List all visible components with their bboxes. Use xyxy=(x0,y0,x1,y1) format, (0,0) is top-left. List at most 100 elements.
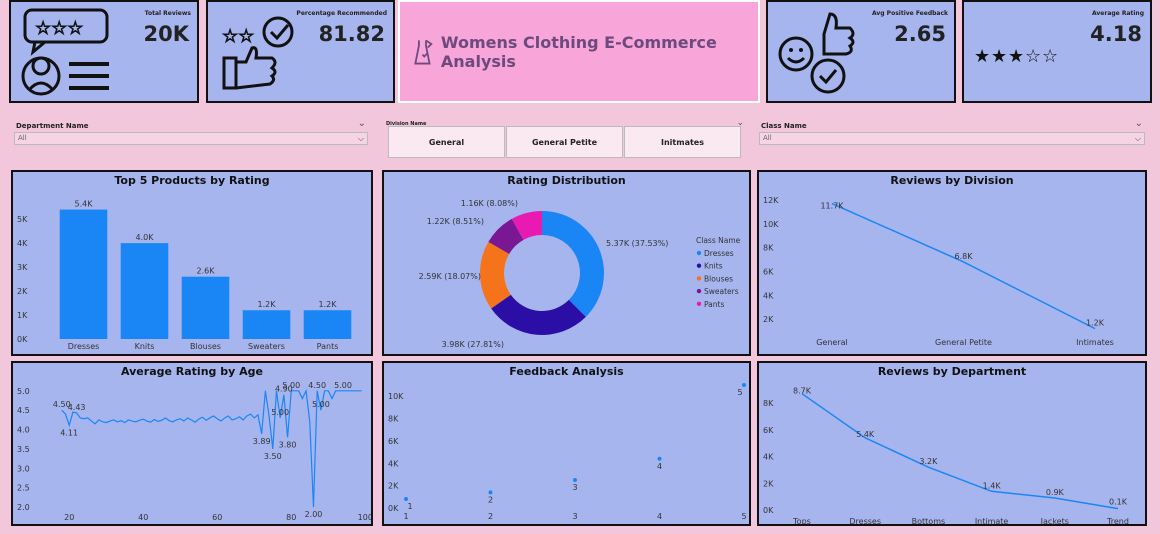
data-label: 3.89 xyxy=(253,437,271,446)
rating-distribution-chart: 5.37K (37.53%) 3.98K (27.81%) 2.59K (18.07… xyxy=(419,199,741,349)
kpi-pct-recommended-card: ☆☆ Percentage Recommended 81.82 xyxy=(206,0,395,103)
data-label: 5.4K xyxy=(856,430,875,439)
class-name-slicer[interactable]: Class Name ⌄ All ⌵ xyxy=(757,118,1147,148)
chevron-down-icon[interactable]: ⌄ xyxy=(358,118,366,129)
data-label: 4.11 xyxy=(60,428,78,437)
x-tick-label: Pants xyxy=(317,342,339,351)
reviews-by-department-chart: 0K 2K 4K 6K 8K Tops 8.7K Dresses 5.4K Bottoms 3.2K… xyxy=(763,387,1129,524)
x-tick-label: 20 xyxy=(64,513,74,522)
division-tile-general[interactable]: General xyxy=(388,126,505,158)
data-label: 0.9K xyxy=(1046,488,1065,497)
top5-products-chart: 0K 1K 2K 3K 4K 5K 5.4K Dresses 4.0K Knits 2.6K Blou… xyxy=(17,200,352,351)
division-tile-intimates[interactable]: Initmates xyxy=(624,126,741,158)
x-tick-label: Blouses xyxy=(190,342,221,351)
y-tick-label: 10K xyxy=(763,220,779,229)
star-empty-icon: ☆ xyxy=(1042,46,1058,67)
y-tick-label: 4K xyxy=(763,291,774,300)
class-name-dropdown[interactable]: All ⌵ xyxy=(759,132,1145,145)
data-label: 3.2K xyxy=(919,457,938,466)
x-tick-label: General Petite xyxy=(935,338,992,347)
y-tick-label: 2K xyxy=(763,479,774,488)
y-tick-label: 8K xyxy=(763,399,774,408)
rating-stars-icon: ★ ★ ★ ☆ ☆ xyxy=(974,46,1058,67)
y-tick-label: 12K xyxy=(763,196,779,205)
x-tick-label: 80 xyxy=(286,513,296,522)
x-tick-label: 1 xyxy=(403,512,408,521)
y-tick-label: 4K xyxy=(17,239,28,248)
feedback-analysis-panel: Feedback Analysis 0K 2K 4K 6K 8K 10K 1 2 3 4 5 1 2 3 4… xyxy=(382,361,751,526)
x-tick-label: Sweaters xyxy=(248,342,285,351)
y-tick-label: 10K xyxy=(388,392,404,401)
dropdown-arrow-icon[interactable]: ⌵ xyxy=(358,133,364,144)
scatter-point xyxy=(488,490,493,495)
data-label: 2.6K xyxy=(197,267,216,276)
x-tick-label: Trend xyxy=(1106,517,1129,524)
data-label: 3.98K (27.81%) xyxy=(442,340,504,349)
kpi-avg-rating-label: Average Rating xyxy=(1091,10,1144,17)
data-label: 5.00 xyxy=(271,408,289,417)
y-tick-label: 2.5 xyxy=(17,484,30,493)
star-filled-icon: ★ xyxy=(974,46,990,67)
y-tick-label: 4.5 xyxy=(17,406,30,415)
data-label: 1.22K (8.51%) xyxy=(427,217,484,226)
data-label: 4.50 xyxy=(308,381,326,390)
dashboard-title-card: Womens Clothing E-Commerce Analysis xyxy=(398,0,760,103)
kpi-total-reviews-label: Total Reviews xyxy=(144,10,191,17)
data-label: 1.2K xyxy=(258,300,277,309)
legend-marker xyxy=(696,263,702,268)
x-tick-label: 100 xyxy=(358,513,371,522)
data-label: 5.00 xyxy=(282,381,300,390)
data-label: 4.43 xyxy=(68,403,86,412)
data-label: 11.7K xyxy=(820,202,844,211)
x-tick-label: 4 xyxy=(657,512,662,521)
kpi-pct-recommended-label: Percentage Recommended xyxy=(296,10,387,17)
division-tile-general-petite[interactable]: General Petite xyxy=(506,126,623,158)
dropdown-arrow-icon[interactable]: ⌵ xyxy=(1135,133,1141,144)
dashboard-title: Womens Clothing E-Commerce Analysis xyxy=(440,32,717,71)
top5-products-panel: Top 5 Products by Rating 0K 1K 2K 3K 4K 5K 5.4… xyxy=(11,170,373,356)
rating-distribution-panel: Rating Distribution 5.37K (37.53%) 3.98K … xyxy=(382,170,751,356)
legend-marker xyxy=(696,250,702,256)
data-label: 5.4K xyxy=(75,200,94,209)
data-label: 1.2K xyxy=(319,300,338,309)
data-label: 3 xyxy=(572,483,577,492)
x-tick-label: Knits xyxy=(135,342,155,351)
x-tick-label: Jackets xyxy=(1040,517,1069,524)
x-tick-label: Intimate xyxy=(975,517,1009,524)
bar xyxy=(120,243,169,339)
department-dropdown[interactable]: All ⌵ xyxy=(14,132,368,145)
y-tick-label: 3K xyxy=(17,263,28,272)
y-tick-label: 0K xyxy=(388,504,399,513)
svg-text:☆☆: ☆☆ xyxy=(222,26,254,47)
reviews-by-department-panel: Reviews by Department 0K 2K 4K 6K 8K Tops 8.7K… xyxy=(757,361,1147,526)
data-label: 6.8K xyxy=(955,252,974,261)
star-empty-icon: ☆ xyxy=(1025,46,1041,67)
scatter-point xyxy=(742,383,746,387)
data-label: 5 xyxy=(737,388,742,397)
kpi-total-reviews-card: ☆☆☆ Total Reviews 20K xyxy=(9,0,199,103)
data-label: 1.2K xyxy=(1086,319,1105,328)
y-tick-label: 0K xyxy=(17,335,28,344)
data-label: 1.4K xyxy=(983,481,1002,490)
donut-slice xyxy=(542,211,604,317)
scatter-point xyxy=(404,497,408,502)
bar xyxy=(303,310,352,339)
bar xyxy=(59,209,108,339)
x-tick-label: Dresses xyxy=(849,517,881,524)
legend-marker xyxy=(696,288,702,294)
reviews-by-division-panel: Reviews by Division 2K 4K 6K 8K 10K 12K Genera… xyxy=(757,170,1147,356)
data-label: 4.0K xyxy=(136,233,155,242)
bar xyxy=(242,310,291,339)
bar xyxy=(181,276,230,339)
data-label: 3.80 xyxy=(279,440,297,449)
chevron-down-icon[interactable]: ⌄ xyxy=(1135,118,1143,129)
data-label: 1.16K (8.08%) xyxy=(461,199,518,208)
data-label: 5.37K (37.53%) xyxy=(606,239,668,248)
x-tick-label: 2 xyxy=(488,512,493,521)
scatter-point xyxy=(657,456,662,461)
data-label: 2.00 xyxy=(305,510,323,519)
y-tick-label: 1K xyxy=(17,311,28,320)
legend-label: Pants xyxy=(704,300,724,309)
department-slicer[interactable]: Department Name ⌄ All ⌵ xyxy=(12,118,370,148)
kpi-avg-positive-feedback-card: Avg Positive Feedback 2.65 xyxy=(766,0,956,103)
